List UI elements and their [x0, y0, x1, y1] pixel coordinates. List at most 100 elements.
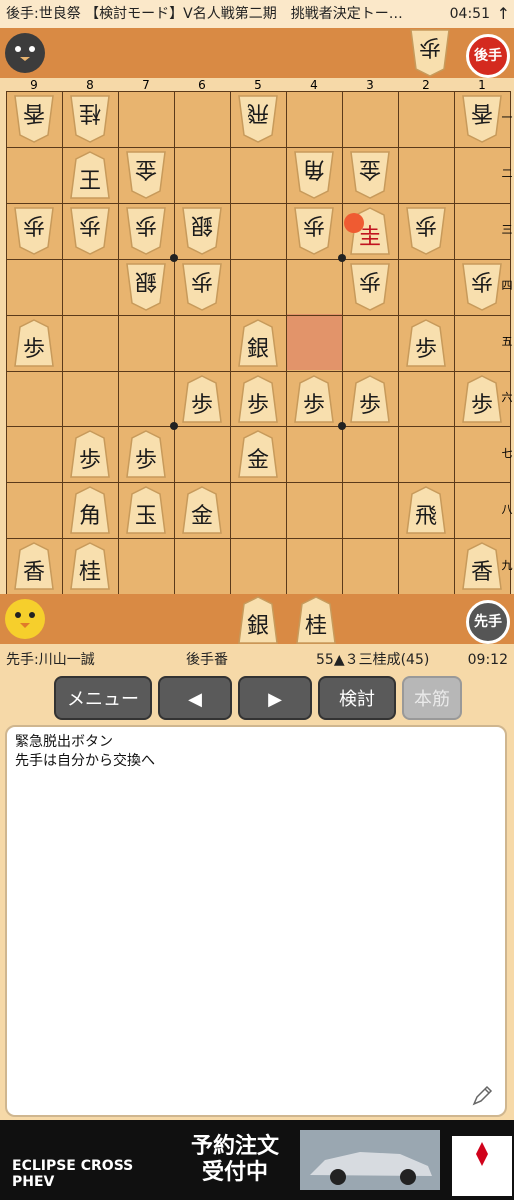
- col-label: 2: [422, 78, 430, 92]
- sente-hand-piece[interactable]: 桂: [296, 596, 336, 644]
- board-piece[interactable]: 金: [126, 151, 166, 199]
- board-star-point: [338, 422, 346, 430]
- row-label: 六: [501, 391, 513, 404]
- row-label: 二: [501, 167, 513, 180]
- board-piece[interactable]: 歩: [406, 318, 446, 367]
- board-piece[interactable]: 金: [238, 430, 278, 479]
- system-time: 04:51: [449, 6, 490, 22]
- gote-badge: 後手: [466, 34, 510, 78]
- board-grid-line: [286, 91, 287, 594]
- piece-label: 桂: [79, 100, 102, 125]
- board-piece[interactable]: 歩: [182, 262, 222, 311]
- board-piece[interactable]: 歩: [238, 374, 278, 423]
- upload-icon[interactable]: ↑: [497, 0, 510, 28]
- board-piece[interactable]: 歩: [294, 207, 334, 255]
- board-piece[interactable]: 歩: [182, 374, 222, 423]
- board-grid-line: [6, 258, 510, 260]
- column-labels: 9 8 7 6 5 4 3 2 1: [6, 78, 510, 92]
- col-label: 9: [30, 78, 38, 92]
- piece-label: 桂: [78, 560, 101, 586]
- board-piece[interactable]: 香: [462, 95, 502, 143]
- board-piece[interactable]: 歩: [462, 374, 502, 423]
- sente-hand-piece[interactable]: 銀: [238, 596, 278, 644]
- board-star-point: [170, 254, 178, 262]
- board-piece[interactable]: 角: [294, 151, 334, 199]
- piece-label: 飛: [247, 100, 270, 125]
- comment-line: 先手は自分から交換へ: [15, 753, 155, 769]
- board-piece[interactable]: 歩: [350, 262, 390, 311]
- piece-label: 角: [303, 155, 326, 181]
- board-grid-line: [6, 426, 510, 428]
- board-piece[interactable]: 金: [182, 486, 222, 535]
- next-move-button[interactable]: ▶: [238, 676, 312, 720]
- board-piece[interactable]: 玉: [126, 486, 166, 535]
- board-piece[interactable]: 歩: [350, 374, 390, 423]
- piece-label: 玉: [134, 504, 157, 530]
- board-piece[interactable]: 歩: [406, 207, 446, 255]
- board-piece[interactable]: 歩: [294, 374, 334, 423]
- board-piece[interactable]: 飛: [406, 486, 446, 535]
- board-piece[interactable]: 歩: [462, 262, 502, 311]
- gote-hand-bar: 歩 後手: [0, 28, 514, 78]
- ad-cta-line: 受付中: [201, 1160, 268, 1185]
- board-star-point: [170, 422, 178, 430]
- ad-cta-line: 予約注文: [190, 1134, 279, 1159]
- col-label: 3: [366, 78, 374, 92]
- piece-label: 金: [246, 448, 269, 474]
- board-piece[interactable]: 銀: [126, 262, 166, 311]
- board-piece[interactable]: 歩: [14, 207, 54, 255]
- board-piece[interactable]: 飛: [238, 95, 278, 143]
- board-piece[interactable]: 歩: [70, 207, 110, 255]
- board-piece[interactable]: 歩: [14, 318, 54, 367]
- top-status-bar: 後手:世良祭 【検討モード】V名人戦第二期 挑戦者決定トー… 04:51 ↑: [0, 0, 514, 28]
- board-grid-line: [6, 538, 510, 540]
- board-piece[interactable]: 銀: [182, 207, 222, 255]
- board-piece[interactable]: 香: [14, 542, 54, 590]
- sente-avatar: [5, 599, 45, 639]
- board-grid-line: [6, 202, 510, 204]
- board-piece[interactable]: 歩: [126, 207, 166, 255]
- piece-label: 角: [78, 504, 101, 530]
- board-star-point: [338, 254, 346, 262]
- piece-label: 歩: [358, 392, 381, 418]
- gote-hand-piece[interactable]: 歩: [410, 29, 450, 77]
- mainline-button[interactable]: 本筋: [402, 676, 462, 720]
- ad-banner[interactable]: ECLIPSE CROSS PHEV 予約注文 受付中: [0, 1120, 514, 1200]
- row-label: 五: [501, 335, 513, 348]
- board-piece[interactable]: 香: [14, 95, 54, 143]
- board-piece[interactable]: 王: [70, 151, 110, 199]
- board-grid-line: [6, 370, 510, 372]
- row-label: 七: [501, 447, 513, 460]
- game-title: 後手:世良祭 【検討モード】V名人戦第二期 挑戦者決定トー…: [6, 6, 403, 22]
- sente-player-name: 先手:川山一誠: [6, 652, 95, 668]
- board-piece[interactable]: 角: [70, 486, 110, 535]
- piece-label: 香: [471, 100, 494, 125]
- row-label: 三: [501, 223, 513, 236]
- board-piece[interactable]: 銀: [238, 318, 278, 367]
- board-piece[interactable]: 香: [462, 542, 502, 590]
- piece-label: 香: [22, 560, 45, 586]
- col-label: 5: [254, 78, 262, 92]
- edit-pencil-icon[interactable]: [471, 1083, 495, 1107]
- menu-button[interactable]: メニュー: [54, 676, 152, 720]
- comment-box[interactable]: 緊急脱出ボタン 先手は自分から交換へ: [5, 725, 507, 1117]
- board-piece[interactable]: 桂: [70, 95, 110, 143]
- board-grid-line: [6, 482, 510, 484]
- prev-move-button[interactable]: ◀: [158, 676, 232, 720]
- board-piece[interactable]: 桂: [70, 542, 110, 590]
- review-button[interactable]: 検討: [318, 676, 396, 720]
- game-status: 先手:川山一誠 後手番 55▲３三桂成(45) 09:12: [0, 646, 514, 674]
- piece-label: 銀: [191, 211, 214, 237]
- board-piece[interactable]: 歩: [126, 430, 166, 479]
- piece-label: 金: [135, 155, 158, 181]
- board-piece[interactable]: 金: [350, 151, 390, 199]
- piece-label: 歩: [359, 267, 382, 293]
- sente-hand-bar: 銀 桂 先手: [0, 594, 514, 644]
- board-grid-line: [398, 91, 399, 594]
- move-record: 55▲３三桂成(45): [316, 652, 430, 668]
- board-grid-line: [454, 91, 455, 594]
- piece-label: 香: [23, 100, 46, 125]
- piece-label: 歩: [79, 211, 102, 237]
- piece-label: 歩: [23, 211, 46, 237]
- board-piece[interactable]: 歩: [70, 430, 110, 479]
